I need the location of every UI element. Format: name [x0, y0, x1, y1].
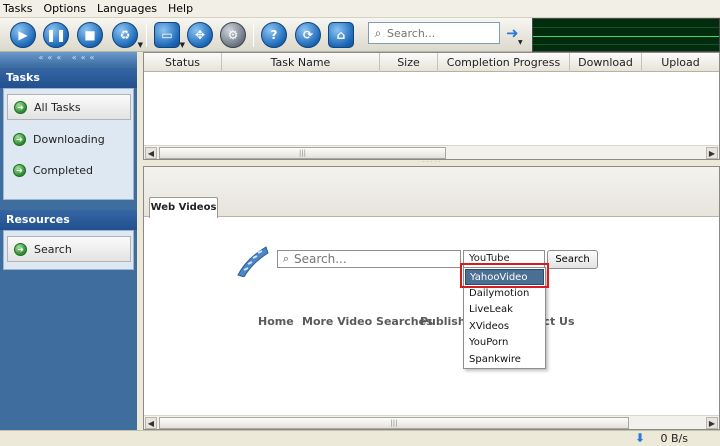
- table-horizontal-scrollbar[interactable]: ◀ ||| ▶: [144, 145, 719, 159]
- status-bar: ⬇ 0 B/s: [0, 430, 720, 446]
- menu-help[interactable]: Help: [168, 2, 193, 15]
- expand-icon: ✥: [194, 28, 206, 42]
- column-header-size[interactable]: Size: [380, 53, 438, 72]
- chevron-down-icon: ▼: [137, 41, 143, 49]
- sidebar-header-decoration: ««« «««: [0, 52, 137, 66]
- toolbar-separator: [253, 23, 254, 47]
- expand-button[interactable]: ✥: [187, 22, 213, 48]
- arrow-right-icon: ➜: [13, 163, 26, 177]
- scrollbar-thumb[interactable]: |||: [159, 417, 629, 429]
- gear-icon: ⚙: [227, 28, 239, 42]
- pause-button[interactable]: ❚❚: [43, 22, 69, 48]
- video-search-field[interactable]: ⌕: [277, 250, 461, 268]
- help-button[interactable]: ?: [261, 22, 287, 48]
- sidebar-item-all-tasks[interactable]: ➜ All Tasks: [7, 94, 131, 120]
- speed-graph: [532, 18, 720, 52]
- open-folder-button[interactable]: ▭ ▼: [154, 22, 185, 49]
- column-header-completion-progress[interactable]: Completion Progress: [438, 53, 570, 72]
- sidebar-item-label: Completed: [33, 163, 93, 177]
- task-table: Status Task Name Size Completion Progres…: [143, 52, 720, 160]
- menu-options[interactable]: Options: [43, 2, 85, 15]
- search-icon: ⌕: [374, 25, 382, 40]
- chevron-down-icon: ▼: [179, 41, 185, 49]
- footer-links: Home More Video Searches Publish V act U…: [144, 315, 719, 329]
- refresh-icon: ⟳: [302, 28, 314, 42]
- delete-button[interactable]: ♻ ▼: [112, 22, 143, 49]
- scroll-right-arrow[interactable]: ▶: [706, 417, 718, 429]
- menu-tasks[interactable]: Tasks: [3, 2, 32, 15]
- video-search-input[interactable]: [294, 252, 454, 266]
- tab-web-videos[interactable]: Web Videos: [149, 197, 218, 218]
- sidebar-item-search[interactable]: ➜ Search: [7, 236, 131, 262]
- sidebar-item-label: All Tasks: [34, 100, 81, 114]
- toolbar-search-input[interactable]: [387, 26, 495, 40]
- pane-horizontal-scrollbar[interactable]: ◀ ||| ▶: [144, 415, 719, 429]
- arrow-right-icon: ➜: [14, 242, 27, 256]
- link-home[interactable]: Home: [258, 315, 294, 328]
- film-logo-icon: [237, 246, 269, 277]
- arrow-right-icon: ➜: [506, 24, 519, 42]
- sidebar: ««« ««« Tasks ➜ All Tasks ➜ Downloading …: [0, 52, 137, 430]
- resources-group-title: Resources: [0, 210, 137, 230]
- sidebar-item-downloading[interactable]: ➜ Downloading: [7, 126, 131, 152]
- arrow-right-icon: ➜: [14, 100, 27, 114]
- search-icon: ⌕: [282, 252, 290, 265]
- column-header-upload[interactable]: Upload: [642, 53, 719, 72]
- column-header-status[interactable]: Status: [144, 53, 222, 72]
- recycle-icon: ♻: [119, 28, 131, 42]
- start-button[interactable]: ▶: [10, 22, 36, 48]
- scroll-right-arrow[interactable]: ▶: [706, 147, 718, 159]
- download-speed: 0 B/s: [660, 432, 688, 445]
- download-arrow-icon: ⬇: [634, 431, 645, 445]
- chevron-down-icon: ▼: [518, 39, 523, 46]
- toolbar-search-go-button[interactable]: ➜ ▼: [506, 24, 524, 46]
- link-more-video-searches[interactable]: More Video Searches: [302, 315, 433, 328]
- tab-strip: Web Videos: [144, 167, 719, 218]
- dropdown-option-spankwire[interactable]: Spankwire: [465, 352, 544, 368]
- highlight-box: [460, 263, 549, 288]
- folder-icon: ▭: [161, 28, 173, 42]
- dropdown-option-xvideos[interactable]: XVideos: [465, 319, 544, 335]
- sidebar-item-completed[interactable]: ➜ Completed: [7, 157, 131, 183]
- menu-bar: Tasks Options Languages Help: [0, 0, 720, 18]
- menu-languages[interactable]: Languages: [97, 2, 157, 15]
- web-videos-pane: Web Videos ⌕ YouTube Search Home More Vi…: [143, 166, 720, 430]
- pause-icon: ❚❚: [45, 28, 67, 42]
- tasks-group-title: Tasks: [0, 68, 137, 88]
- dropdown-option-liveleak[interactable]: LiveLeak: [465, 302, 544, 318]
- stop-button[interactable]: ■: [77, 22, 103, 48]
- scrollbar-thumb[interactable]: |||: [159, 147, 446, 159]
- column-header-download[interactable]: Download: [570, 53, 642, 72]
- table-header: Status Task Name Size Completion Progres…: [144, 53, 719, 72]
- arrow-right-icon: ➜: [13, 132, 26, 146]
- home-button[interactable]: ⌂: [328, 22, 354, 48]
- scroll-left-arrow[interactable]: ◀: [145, 417, 157, 429]
- settings-button[interactable]: ⚙: [220, 22, 246, 48]
- dropdown-option-dailymotion[interactable]: Dailymotion: [465, 286, 544, 302]
- tasks-group: ➜ All Tasks ➜ Downloading ➜ Completed: [3, 88, 134, 200]
- dropdown-option-youporn[interactable]: YouPorn: [465, 335, 544, 351]
- resources-group: ➜ Search: [3, 230, 134, 270]
- scroll-left-arrow[interactable]: ◀: [145, 147, 157, 159]
- toolbar-search-field[interactable]: ⌕: [368, 22, 500, 44]
- graph-gridline: [533, 44, 719, 45]
- toolbar-separator: [146, 23, 147, 47]
- graph-gridline: [533, 27, 719, 28]
- home-icon: ⌂: [336, 28, 346, 42]
- graph-line: [533, 36, 719, 37]
- stop-icon: ■: [84, 28, 96, 42]
- refresh-button[interactable]: ⟳: [295, 22, 321, 48]
- sidebar-item-label: Downloading: [33, 132, 105, 146]
- help-icon: ?: [270, 28, 278, 42]
- play-icon: ▶: [18, 28, 28, 42]
- sidebar-item-label: Search: [34, 242, 72, 256]
- column-header-task-name[interactable]: Task Name: [222, 53, 380, 72]
- video-search-button[interactable]: Search: [547, 250, 598, 269]
